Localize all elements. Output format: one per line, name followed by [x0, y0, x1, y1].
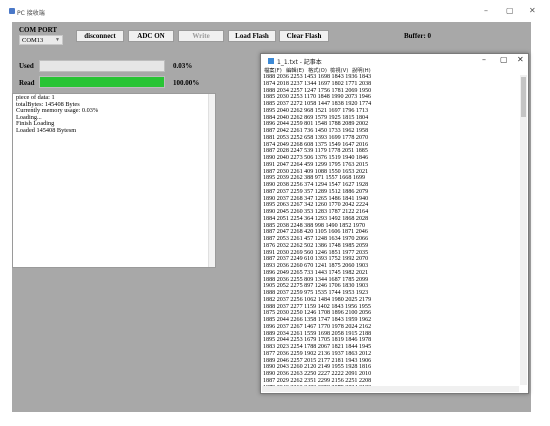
- read-progress-fill: [40, 77, 164, 87]
- notepad-text-line: 1887 2029 2262 2351 2299 2156 2251 2208: [263, 377, 372, 384]
- com-port-value: COM13: [22, 37, 44, 44]
- notepad-text-line: 1896 2044 2259 801 1548 1788 2089 2002: [263, 121, 369, 128]
- notepad-window[interactable]: 1_1.txt - 記事本 – ▢ ✕ 檔案(F) 編輯(E) 格式(O) 檢視…: [260, 53, 529, 394]
- used-label: Used: [19, 62, 34, 70]
- clear-flash-button[interactable]: Clear Flash: [279, 30, 329, 42]
- used-percent: 0.03%: [173, 62, 193, 70]
- menu-edit[interactable]: 編輯(E): [286, 66, 304, 74]
- notepad-text-line: 1905 2052 2275 897 1246 1706 1830 1903: [263, 283, 369, 290]
- notepad-text-line: 1887 2053 2261 457 1248 1634 1970 2066: [263, 236, 369, 242]
- notepad-text-area[interactable]: 1888 2036 2253 1453 1698 1843 1936 1843 1…: [263, 74, 515, 389]
- notepad-text-line: 1888 2036 2255 809 1344 1687 1785 2099: [263, 276, 369, 283]
- notepad-text-line: 1895 2063 2267 342 1260 1770 2042 2224: [263, 202, 369, 209]
- notepad-text-line: 1882 2037 2256 1062 1484 1980 2025 2179: [263, 296, 372, 303]
- notepad-text-line: 1891 2030 2269 560 1246 1851 1977 2035: [263, 249, 369, 256]
- menu-view[interactable]: 檢視(V): [330, 66, 348, 74]
- read-progress-bar: [39, 76, 165, 88]
- log-output[interactable]: piece of data: 1 totalBytes: 145408 Byte…: [12, 93, 216, 268]
- notepad-text-line: 1889 2046 2257 2015 2177 2181 1943 1906: [263, 357, 372, 364]
- used-progress-bar: [39, 60, 165, 72]
- read-percent: 100.00%: [173, 79, 200, 87]
- load-flash-button[interactable]: Load Flash: [228, 30, 276, 42]
- notepad-text-line: 1887 2037 2249 610 1393 1752 1992 2070: [263, 256, 369, 263]
- com-port-select[interactable]: COM13 ▼: [19, 35, 63, 45]
- notepad-text-line: 1881 2053 2252 658 1393 1699 1778 2070: [263, 134, 369, 141]
- notepad-text-line: 1887 2042 2261 736 1450 1733 1962 1958: [263, 128, 369, 134]
- notepad-text-line: 1877 2036 2259 1902 2136 1937 1863 2012: [263, 350, 372, 357]
- notepad-maximize-button[interactable]: ▢: [500, 55, 508, 64]
- notepad-text-line: 1895 2044 2253 1679 1705 1819 1846 1978: [263, 337, 372, 344]
- notepad-text-line: 1887 2028 2247 539 1179 1778 2051 1885: [263, 148, 368, 155]
- notepad-text-line: 1876 2032 2262 502 1386 1748 1985 2059: [263, 242, 369, 249]
- log-line: Loaded 145408 Bytesm: [16, 126, 77, 134]
- notepad-text-line: 1884 2040 2262 869 1579 1925 1815 1804: [263, 114, 369, 121]
- close-button[interactable]: ✕: [529, 6, 536, 15]
- notepad-text-line: 1889 2034 2261 1559 1698 2058 1915 2188: [263, 330, 372, 337]
- minimize-button[interactable]: –: [484, 6, 488, 15]
- notepad-text-line: 1888 2037 2277 1159 1402 1843 1956 1955: [263, 303, 371, 310]
- adc-on-button[interactable]: ADC ON: [128, 30, 174, 42]
- menu-format[interactable]: 格式(O): [308, 66, 327, 74]
- notepad-text-line: 1896 2049 2265 733 1443 1745 1982 2021: [263, 269, 369, 276]
- notepad-text-line: 1887 2047 2268 420 1105 1606 1871 2046: [263, 229, 368, 236]
- notepad-text-line: 1895 2039 2262 388 971 1557 1668 1699: [263, 175, 366, 182]
- notepad-text-line: 1888 2036 2253 1453 1698 1843 1936 1843: [263, 74, 372, 80]
- notepad-text-line: 1890 2036 2263 2250 2227 2222 2091 2010: [263, 371, 372, 377]
- notepad-icon: [268, 58, 274, 64]
- notepad-text-line: 1884 2051 2254 364 1293 1492 1868 2028: [263, 215, 369, 222]
- app-icon: [9, 8, 15, 14]
- notepad-scroll-thumb[interactable]: [521, 77, 526, 117]
- notepad-close-button[interactable]: ✕: [517, 55, 524, 64]
- log-line: Currently memory usage: 0.03%: [16, 107, 99, 115]
- notepad-text-line: 1893 2036 2260 670 1241 1875 2060 1903: [263, 263, 369, 269]
- notepad-text-line: 1885 2038 2248 388 998 1490 1852 1970: [263, 222, 366, 229]
- write-button[interactable]: Write: [178, 30, 224, 42]
- menu-help[interactable]: 說明(H): [352, 66, 371, 74]
- notepad-text-line: 1885 2037 2272 1058 1447 1838 1920 1774: [263, 101, 372, 107]
- notepad-text-line: 1890 2038 2256 374 1294 1547 1627 1928: [263, 182, 369, 188]
- notepad-text-line: 1890 2043 2260 2120 2149 1955 1928 1816: [263, 364, 372, 371]
- notepad-text-line: 1887 2037 2259 357 1289 1512 1886 2079: [263, 188, 369, 195]
- notepad-text-line: 1883 2023 2254 1788 2067 1821 1844 1945: [263, 344, 372, 350]
- notepad-text-line: 1890 2040 2273 506 1376 1519 1940 1846: [263, 155, 369, 161]
- notepad-text-line: 1895 2040 2262 968 1521 1697 1796 1713: [263, 107, 369, 114]
- notepad-text-line: 1875 2030 2250 1246 1708 1896 2100 2056: [263, 310, 372, 317]
- buffer-label: Buffer: 0: [404, 32, 432, 40]
- notepad-text-line: 1891 2047 2264 459 1299 1795 1763 2015: [263, 161, 369, 168]
- notepad-vertical-scrollbar[interactable]: [520, 75, 527, 385]
- notepad-text-line: 1890 2045 2260 353 1283 1787 2122 2164: [263, 209, 369, 215]
- notepad-title: 1_1.txt - 記事本: [277, 59, 322, 66]
- menu-file[interactable]: 檔案(F): [264, 66, 282, 74]
- read-label: Read: [19, 79, 35, 87]
- notepad-text-line: 1888 2037 2259 975 1535 1744 1953 1923: [263, 290, 369, 296]
- log-scrollbar[interactable]: [208, 94, 215, 267]
- com-port-label: COM PORT: [19, 26, 58, 34]
- notepad-text-line: 1874 2049 2268 608 1375 1549 1647 2016: [263, 141, 369, 148]
- app-title: PC 接收端: [17, 10, 45, 17]
- chevron-down-icon: ▼: [55, 38, 60, 43]
- disconnect-button[interactable]: disconnect: [76, 30, 124, 42]
- notepad-text-line: 1885 2044 2266 1358 1747 1843 1959 1962: [263, 317, 372, 323]
- notepad-text-line: 1890 2037 2268 347 1265 1486 1841 1940: [263, 195, 369, 202]
- notepad-text-line: 1896 2037 2267 1467 1770 1978 2024 2162: [263, 323, 372, 330]
- notepad-text-line: 1888 2034 2257 1247 1756 1781 2069 1950: [263, 87, 372, 94]
- notepad-horizontal-scrollbar[interactable]: [262, 386, 519, 392]
- maximize-button[interactable]: ▢: [506, 6, 514, 15]
- notepad-text-line: 1887 2030 2261 409 1088 1550 1653 2021: [263, 168, 369, 175]
- notepad-text-line: 1874 2018 2237 1344 1697 1802 1771 2038: [263, 80, 372, 87]
- notepad-minimize-button[interactable]: –: [482, 55, 486, 64]
- notepad-text-line: 1885 2030 2253 1170 1848 1990 2073 1946: [263, 94, 371, 101]
